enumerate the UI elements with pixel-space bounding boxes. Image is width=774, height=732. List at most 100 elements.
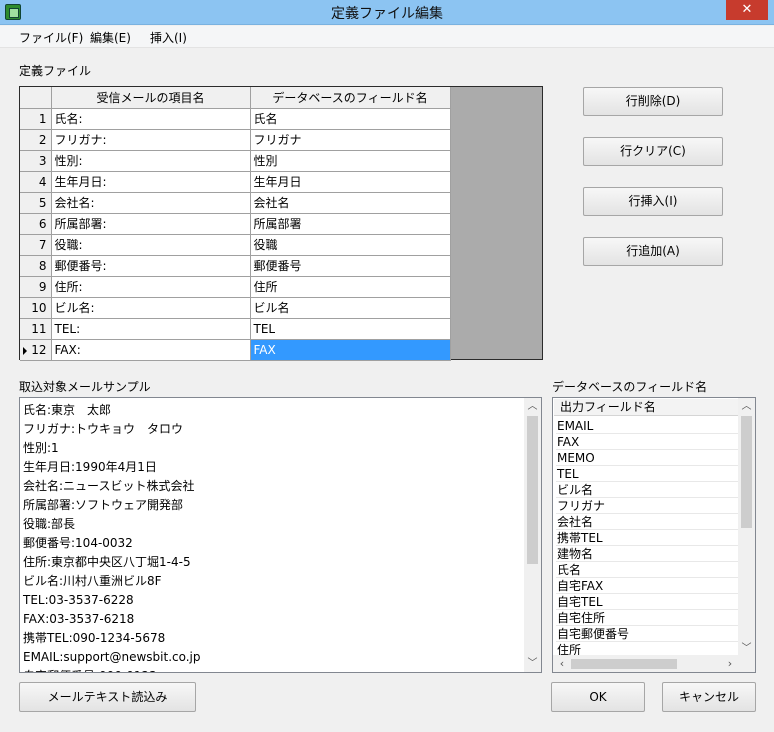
mail-field-cell[interactable]: 郵便番号: [51, 255, 251, 277]
sample-vertical-scrollbar[interactable]: ︿ ﹀ [524, 398, 541, 672]
current-row-icon [23, 346, 27, 355]
row-header[interactable]: 6 [20, 213, 52, 235]
db-field-cell[interactable]: 役職 [250, 234, 451, 256]
menu-edit[interactable]: 編集(E) [90, 29, 131, 46]
mail-field-cell[interactable]: 会社名: [51, 192, 251, 214]
db-field-cell[interactable]: 会社名 [250, 192, 451, 214]
db-field-cell[interactable]: フリガナ [250, 129, 451, 151]
scrollbar-corner [738, 655, 755, 672]
mail-field-cell[interactable]: 住所: [51, 276, 251, 298]
grid-row[interactable]: 7 役職: 役職 [20, 234, 451, 256]
db-field-cell[interactable]: FAX [250, 339, 451, 361]
db-field-cell[interactable]: 郵便番号 [250, 255, 451, 277]
mail-field-cell[interactable]: 役職: [51, 234, 251, 256]
field-list-item[interactable]: 携帯TEL [556, 530, 738, 546]
db-field-cell[interactable]: 性別 [250, 150, 451, 172]
field-list-item[interactable]: TEL [556, 466, 738, 482]
mail-sample-textarea[interactable]: 氏名:東京 太郎 フリガナ:トウキョウ タロウ 性別:1 生年月日:1990年4月1日… [19, 397, 542, 673]
field-list[interactable]: 出力フィールド名 EMAIL FAX MEMO TEL ビル名 フリガナ 会社名 携帯TEL 建… [552, 397, 756, 673]
row-header[interactable]: 1 [20, 108, 52, 130]
field-list-item[interactable]: 氏名 [556, 562, 738, 578]
row-header[interactable]: 4 [20, 171, 52, 193]
mail-field-cell[interactable]: ビル名: [51, 297, 251, 319]
row-number: 12 [31, 342, 47, 357]
row-header[interactable]: 9 [20, 276, 52, 298]
db-field-cell[interactable]: 氏名 [250, 108, 451, 130]
menu-file[interactable]: ファイル(F) [19, 29, 83, 46]
scroll-thumb[interactable] [527, 416, 538, 564]
field-list-item[interactable]: 自宅TEL [556, 594, 738, 610]
grid-row[interactable]: 6 所属部署: 所属部署 [20, 213, 451, 235]
row-header[interactable]: 8 [20, 255, 52, 277]
grid-row[interactable]: 4 生年月日: 生年月日 [20, 171, 451, 193]
sample-line: 生年月日:1990年4月1日 [23, 460, 157, 474]
scroll-right-icon[interactable]: › [723, 655, 737, 672]
load-mail-text-button[interactable]: メールテキスト読込み [19, 682, 196, 712]
grid-row[interactable]: 9 住所: 住所 [20, 276, 451, 298]
field-list-item[interactable]: 自宅FAX [556, 578, 738, 594]
row-header[interactable]: 2 [20, 129, 52, 151]
db-field-cell[interactable]: ビル名 [250, 297, 451, 319]
row-header[interactable]: 12 [20, 339, 52, 361]
field-list-item[interactable]: 建物名 [556, 546, 738, 562]
scroll-thumb[interactable] [571, 659, 677, 669]
row-header[interactable]: 5 [20, 192, 52, 214]
ok-button[interactable]: OK [551, 682, 645, 712]
mail-field-cell[interactable]: 生年月日: [51, 171, 251, 193]
scroll-thumb[interactable] [741, 416, 752, 528]
row-header[interactable]: 10 [20, 297, 52, 319]
field-list-header[interactable]: 出力フィールド名 [554, 399, 738, 416]
row-header[interactable]: 3 [20, 150, 52, 172]
add-row-button[interactable]: 行追加(A) [583, 237, 723, 266]
column-header-db[interactable]: データベースのフィールド名 [250, 87, 451, 109]
grid-row[interactable]: 5 会社名: 会社名 [20, 192, 451, 214]
field-list-item[interactable]: フリガナ [556, 498, 738, 514]
grid-row[interactable]: 2 フリガナ: フリガナ [20, 129, 451, 151]
mail-field-cell[interactable]: 所属部署: [51, 213, 251, 235]
row-number: 3 [38, 153, 47, 168]
field-list-vertical-scrollbar[interactable]: ︿ ﹀ [738, 398, 755, 657]
field-list-item[interactable]: MEMO [556, 450, 738, 466]
mail-field-cell[interactable]: フリガナ: [51, 129, 251, 151]
menu-insert[interactable]: 挿入(I) [150, 29, 187, 46]
grid-row[interactable]: 12 FAX: FAX [20, 339, 451, 361]
mail-field-cell[interactable]: FAX: [51, 339, 251, 361]
scroll-up-icon[interactable]: ︿ [526, 398, 539, 415]
definition-grid[interactable]: 受信メールの項目名 データベースのフィールド名 1 氏名: 氏名 2 フリガナ: フリガナ… [19, 86, 543, 361]
mail-field-cell[interactable]: 氏名: [51, 108, 251, 130]
scroll-up-icon[interactable]: ︿ [740, 398, 753, 415]
grid-row[interactable]: 3 性別: 性別 [20, 150, 451, 172]
grid-row[interactable]: 1 氏名: 氏名 [20, 108, 451, 130]
scroll-down-icon[interactable]: ﹀ [526, 655, 539, 672]
field-list-item[interactable]: 会社名 [556, 514, 738, 530]
cancel-button[interactable]: キャンセル [662, 682, 756, 712]
field-list-item[interactable]: 自宅郵便番号 [556, 626, 738, 642]
db-field-cell[interactable]: TEL [250, 318, 451, 340]
db-field-cell[interactable]: 所属部署 [250, 213, 451, 235]
grid-row[interactable]: 11 TEL: TEL [20, 318, 451, 340]
clear-row-button[interactable]: 行クリア(C) [583, 137, 723, 166]
menu-bar: ファイル(F) 編集(E) 挿入(I) [0, 26, 774, 48]
mail-field-cell[interactable]: 性別: [51, 150, 251, 172]
mail-field-cell[interactable]: TEL: [51, 318, 251, 340]
sample-line: 氏名:東京 太郎 [23, 403, 112, 417]
field-list-horizontal-scrollbar[interactable]: ‹ › [553, 655, 739, 672]
field-list-item[interactable]: EMAIL [556, 418, 738, 434]
field-list-item[interactable]: ビル名 [556, 482, 738, 498]
column-header-mail[interactable]: 受信メールの項目名 [51, 87, 251, 109]
row-header[interactable]: 7 [20, 234, 52, 256]
row-header[interactable]: 11 [20, 318, 52, 340]
scroll-left-icon[interactable]: ‹ [555, 655, 569, 672]
insert-row-button[interactable]: 行挿入(I) [583, 187, 723, 216]
row-number: 2 [38, 132, 47, 147]
sample-line: ビル名:川村八重洲ビル8F [23, 574, 162, 588]
db-field-cell[interactable]: 住所 [250, 276, 451, 298]
db-field-cell[interactable]: 生年月日 [250, 171, 451, 193]
delete-row-button[interactable]: 行削除(D) [583, 87, 723, 116]
field-list-item[interactable]: FAX [556, 434, 738, 450]
fields-label: データベースのフィールド名 [552, 380, 708, 394]
grid-row[interactable]: 8 郵便番号: 郵便番号 [20, 255, 451, 277]
close-button[interactable]: ✕ [726, 0, 768, 20]
grid-row[interactable]: 10 ビル名: ビル名 [20, 297, 451, 319]
field-list-item[interactable]: 自宅住所 [556, 610, 738, 626]
